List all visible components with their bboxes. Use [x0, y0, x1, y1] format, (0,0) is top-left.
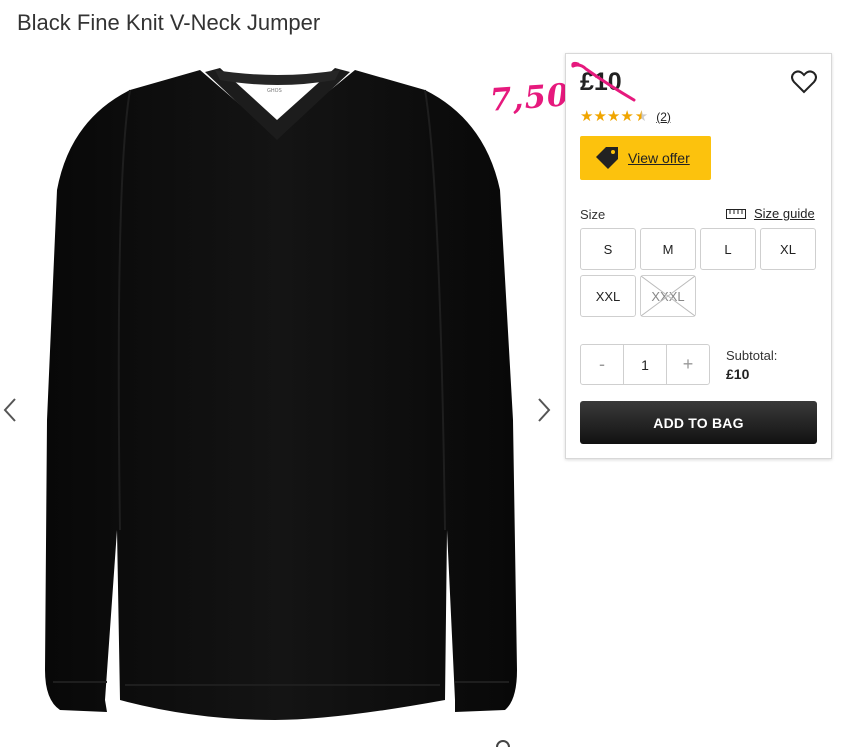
- quantity-stepper: - 1 +: [580, 344, 710, 385]
- size-guide-label: Size guide: [754, 206, 815, 221]
- product-title: Black Fine Knit V-Neck Jumper: [17, 10, 321, 35]
- zoom-icon[interactable]: [496, 740, 510, 747]
- view-offer-label: View offer: [628, 150, 690, 166]
- neck-label: GHOS: [267, 88, 282, 94]
- chevron-left-icon[interactable]: [2, 397, 20, 423]
- add-to-bag-button[interactable]: ADD TO BAG: [580, 401, 817, 444]
- review-count-link[interactable]: (2): [656, 110, 671, 124]
- price-block: £10: [571, 61, 636, 102]
- rating: ★★★★ ★ (2): [580, 109, 671, 124]
- star-icon: ★★★★: [580, 108, 634, 125]
- size-option-xxxl[interactable]: XXXL: [640, 275, 696, 317]
- sale-price-annotation: 7,50: [488, 77, 571, 119]
- subtotal-value: £10: [726, 366, 750, 382]
- chevron-right-icon[interactable]: [534, 397, 552, 423]
- heart-icon[interactable]: [791, 70, 817, 94]
- quantity-value[interactable]: 1: [623, 345, 667, 384]
- product-gallery: GHOS: [0, 45, 560, 747]
- size-option-s[interactable]: S: [580, 228, 636, 270]
- size-guide-link[interactable]: Size guide: [726, 206, 815, 221]
- size-option-xxl[interactable]: XXL: [580, 275, 636, 317]
- increase-quantity-button[interactable]: +: [667, 345, 709, 384]
- size-label: Size: [580, 207, 606, 222]
- size-option-m[interactable]: M: [640, 228, 696, 270]
- half-star-icon: ★: [634, 108, 649, 125]
- tag-icon: [596, 147, 618, 169]
- subtotal: Subtotal: £10: [726, 348, 777, 382]
- decrease-quantity-button[interactable]: -: [581, 345, 623, 384]
- purchase-panel: £10 ★★★★ ★ (2) View offer Size Size guid…: [565, 53, 832, 459]
- size-option-xl[interactable]: XL: [760, 228, 816, 270]
- ruler-icon: [726, 208, 746, 219]
- price: £10: [580, 68, 622, 96]
- size-option-l[interactable]: L: [700, 228, 756, 270]
- unavailable-cross-icon: [641, 276, 695, 316]
- view-offer-button[interactable]: View offer: [580, 136, 711, 180]
- size-options: S M L XL XXL XXXL: [580, 228, 818, 317]
- product-image: GHOS: [45, 68, 517, 720]
- subtotal-label: Subtotal:: [726, 348, 778, 363]
